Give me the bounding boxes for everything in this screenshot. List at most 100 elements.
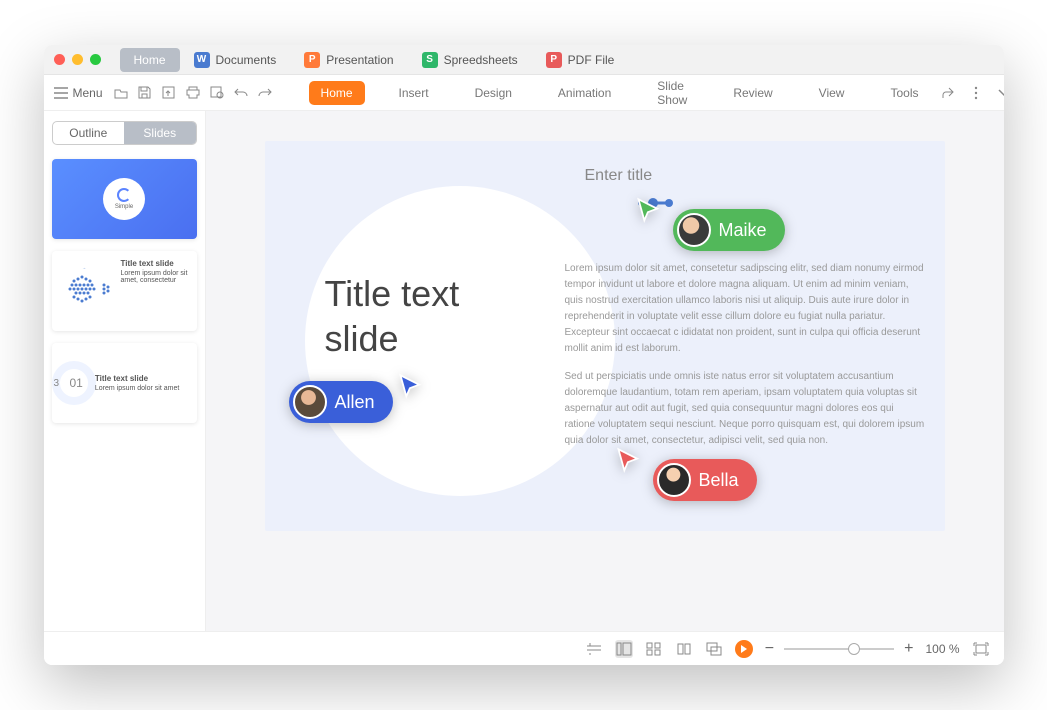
tab-spreadsheets[interactable]: S Spreedsheets (408, 48, 532, 72)
tab-home[interactable]: Home (120, 48, 180, 72)
thumb-title: Title text slide (121, 259, 189, 268)
window-maximize-icon[interactable] (90, 54, 101, 65)
zoom-in-button[interactable]: + (904, 640, 913, 658)
cursor-icon (615, 447, 643, 475)
collab-cursor-maike: Maike (635, 171, 785, 251)
window-close-icon[interactable] (54, 54, 65, 65)
tab-label: Presentation (326, 53, 393, 67)
canvas-area[interactable]: Title text slide Enter title Lorem ipsum… (206, 111, 1004, 631)
thumb-number: 01 (70, 376, 83, 390)
current-slide[interactable]: Title text slide Enter title Lorem ipsum… (265, 141, 945, 531)
ribbon-tabs: Home Insert Design Animation Slide Show … (309, 74, 931, 112)
open-icon[interactable] (113, 86, 129, 100)
slide-thumbnail-3[interactable]: 3 01 Title text slide Lorem ipsum dolor … (52, 343, 197, 423)
preview-icon[interactable] (209, 86, 225, 100)
toolbar: Menu Home Insert Design Animation Slide … (44, 75, 1004, 111)
slide-panel: Outline Slides Simple (44, 111, 206, 631)
thumb-text: Title text slide Lorem ipsum dolor sit a… (95, 374, 179, 392)
ribbon-view[interactable]: View (807, 81, 857, 105)
quick-tools (113, 86, 273, 100)
collapse-icon[interactable] (996, 86, 1003, 100)
zoom-control: − + (765, 640, 914, 658)
avatar (677, 213, 711, 247)
tab-presentation[interactable]: P Presentation (290, 48, 407, 72)
tab-pdf[interactable]: P PDF File (532, 48, 629, 72)
slide-thumbnail-2[interactable]: → Title text slide Lorem ipsum dolor sit… (52, 251, 197, 331)
logo-icon (117, 188, 131, 202)
more-icon[interactable] (968, 86, 984, 100)
tab-label: Documents (216, 53, 277, 67)
ribbon-insert[interactable]: Insert (387, 81, 441, 105)
collab-name: Maike (719, 220, 767, 241)
outline-view-button[interactable]: Outline (53, 122, 125, 144)
view-toggle: Outline Slides (52, 121, 197, 145)
ribbon-review[interactable]: Review (721, 81, 784, 105)
svg-text:→: → (82, 265, 86, 270)
presenter-view-icon[interactable] (705, 640, 723, 658)
statusbar: − + 100 % (44, 631, 1004, 665)
redo-icon[interactable] (257, 86, 273, 100)
thumb-label: Simple (115, 204, 133, 210)
app-tabs: Home W Documents P Presentation S Spreedshe… (120, 45, 629, 74)
tab-label: PDF File (568, 53, 615, 67)
tab-documents[interactable]: W Documents (180, 48, 291, 72)
dots-graphic: → (60, 259, 115, 319)
ribbon-design[interactable]: Design (463, 81, 524, 105)
notes-view-icon[interactable] (585, 640, 603, 658)
export-icon[interactable] (161, 86, 177, 100)
collab-label: Allen (289, 381, 393, 423)
reading-view-icon[interactable] (675, 640, 693, 658)
app-window: Home W Documents P Presentation S Spreedshe… (44, 45, 1004, 665)
hamburger-icon (54, 87, 68, 99)
collab-label: Maike (673, 209, 785, 251)
thumb-title: Title text slide (95, 374, 179, 383)
zoom-slider[interactable] (784, 648, 894, 650)
spreadsheet-icon: S (422, 52, 438, 68)
save-icon[interactable] (137, 86, 153, 100)
collab-name: Bella (699, 470, 739, 491)
collab-cursor-allen: Allen (295, 381, 425, 423)
collab-cursor-bella: Bella (615, 421, 757, 501)
thumb-para: Lorem ipsum dolor sit amet (95, 385, 179, 392)
tab-label: Spreedsheets (444, 53, 518, 67)
ribbon-tools[interactable]: Tools (878, 81, 930, 105)
ribbon-home[interactable]: Home (309, 81, 365, 105)
sorter-view-icon[interactable] (645, 640, 663, 658)
logo-circle: Simple (103, 178, 145, 220)
avatar (657, 463, 691, 497)
menu-button[interactable]: Menu (54, 86, 103, 100)
pdf-icon: P (546, 52, 562, 68)
collab-name: Allen (335, 392, 375, 413)
normal-view-icon[interactable] (615, 640, 633, 658)
cursor-icon (397, 373, 425, 401)
toolbar-right (940, 86, 1003, 100)
thumb-text: Title text slide Lorem ipsum dolor sit a… (121, 259, 189, 323)
play-slideshow-button[interactable] (735, 640, 753, 658)
print-icon[interactable] (185, 86, 201, 100)
avatar (293, 385, 327, 419)
fit-view-icon[interactable] (972, 640, 990, 658)
slide-thumbnails: Simple (52, 159, 197, 423)
zoom-out-button[interactable]: − (765, 640, 774, 658)
content-area: Outline Slides Simple (44, 111, 1004, 631)
zoom-handle[interactable] (848, 643, 860, 655)
slides-view-button[interactable]: Slides (124, 122, 196, 144)
zoom-value[interactable]: 100 % (925, 642, 959, 656)
slide-thumbnail-1[interactable]: Simple (52, 159, 197, 239)
thumb-para: Lorem ipsum dolor sit amet, consectetur (121, 270, 188, 284)
tab-label: Home (134, 53, 166, 67)
collab-label: Bella (653, 459, 757, 501)
ribbon-slideshow[interactable]: Slide Show (645, 74, 699, 112)
word-icon: W (194, 52, 210, 68)
titlebar: Home W Documents P Presentation S Spreedshe… (44, 45, 1004, 75)
slide-title-text[interactable]: Title text slide (325, 271, 460, 361)
presentation-icon: P (304, 52, 320, 68)
paragraph-1: Lorem ipsum dolor sit amet, consetetur s… (565, 261, 925, 357)
undo-icon[interactable] (233, 86, 249, 100)
window-minimize-icon[interactable] (72, 54, 83, 65)
slide-number: 3 (54, 378, 60, 389)
cursor-icon (635, 197, 663, 225)
ribbon-animation[interactable]: Animation (546, 81, 623, 105)
share-icon[interactable] (940, 86, 956, 100)
menu-label: Menu (73, 86, 103, 100)
